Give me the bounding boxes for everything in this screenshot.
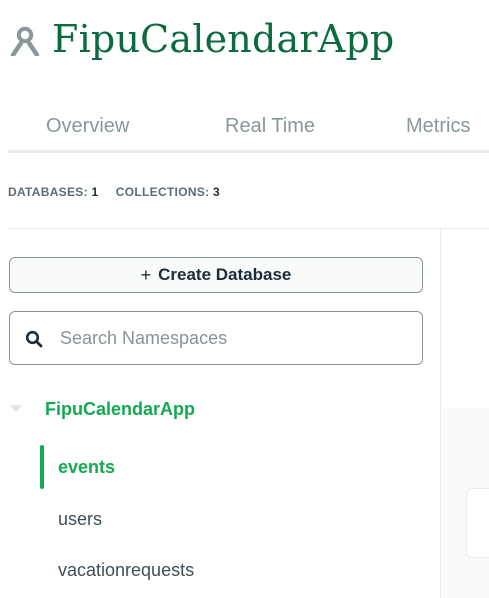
namespace-stats: DATABASES: 1 COLLECTIONS: 3	[8, 185, 220, 199]
collection-item-users[interactable]: users	[40, 497, 440, 541]
databases-label: DATABASES:	[8, 185, 88, 199]
stats-divider	[8, 228, 489, 229]
collections-label: COLLECTIONS:	[115, 185, 210, 199]
search-icon	[25, 330, 43, 348]
caret-down-icon[interactable]	[10, 405, 22, 413]
collection-item-vacationrequests[interactable]: vacationrequests	[40, 548, 440, 592]
create-database-button[interactable]: + Create Database	[9, 257, 423, 293]
page: FipuCalendarApp Overview Real Time Metri…	[0, 0, 489, 598]
collection-label: users	[58, 509, 103, 529]
tabs-divider	[8, 150, 489, 153]
search-namespaces-input[interactable]	[60, 322, 410, 354]
plus-icon: +	[140, 264, 152, 285]
databases-count: 1	[91, 185, 99, 199]
database-row[interactable]: FipuCalendarApp	[0, 394, 440, 426]
tab-overview[interactable]: Overview	[46, 115, 129, 138]
content-card	[466, 488, 489, 558]
collections-count: 3	[213, 185, 221, 199]
tab-real-time[interactable]: Real Time	[225, 115, 315, 138]
search-namespaces-box	[9, 311, 423, 365]
collection-item-events[interactable]: events	[40, 445, 440, 489]
collection-label: events	[58, 457, 116, 477]
collection-label: vacationrequests	[58, 560, 195, 580]
tab-metrics[interactable]: Metrics	[406, 115, 470, 138]
cluster-people-icon	[10, 26, 40, 56]
create-database-label: Create Database	[158, 265, 292, 284]
header: FipuCalendarApp	[0, 0, 489, 84]
tab-bar: Overview Real Time Metrics	[0, 106, 489, 154]
database-name: FipuCalendarApp	[45, 399, 196, 419]
cluster-title: FipuCalendarApp	[52, 17, 395, 61]
